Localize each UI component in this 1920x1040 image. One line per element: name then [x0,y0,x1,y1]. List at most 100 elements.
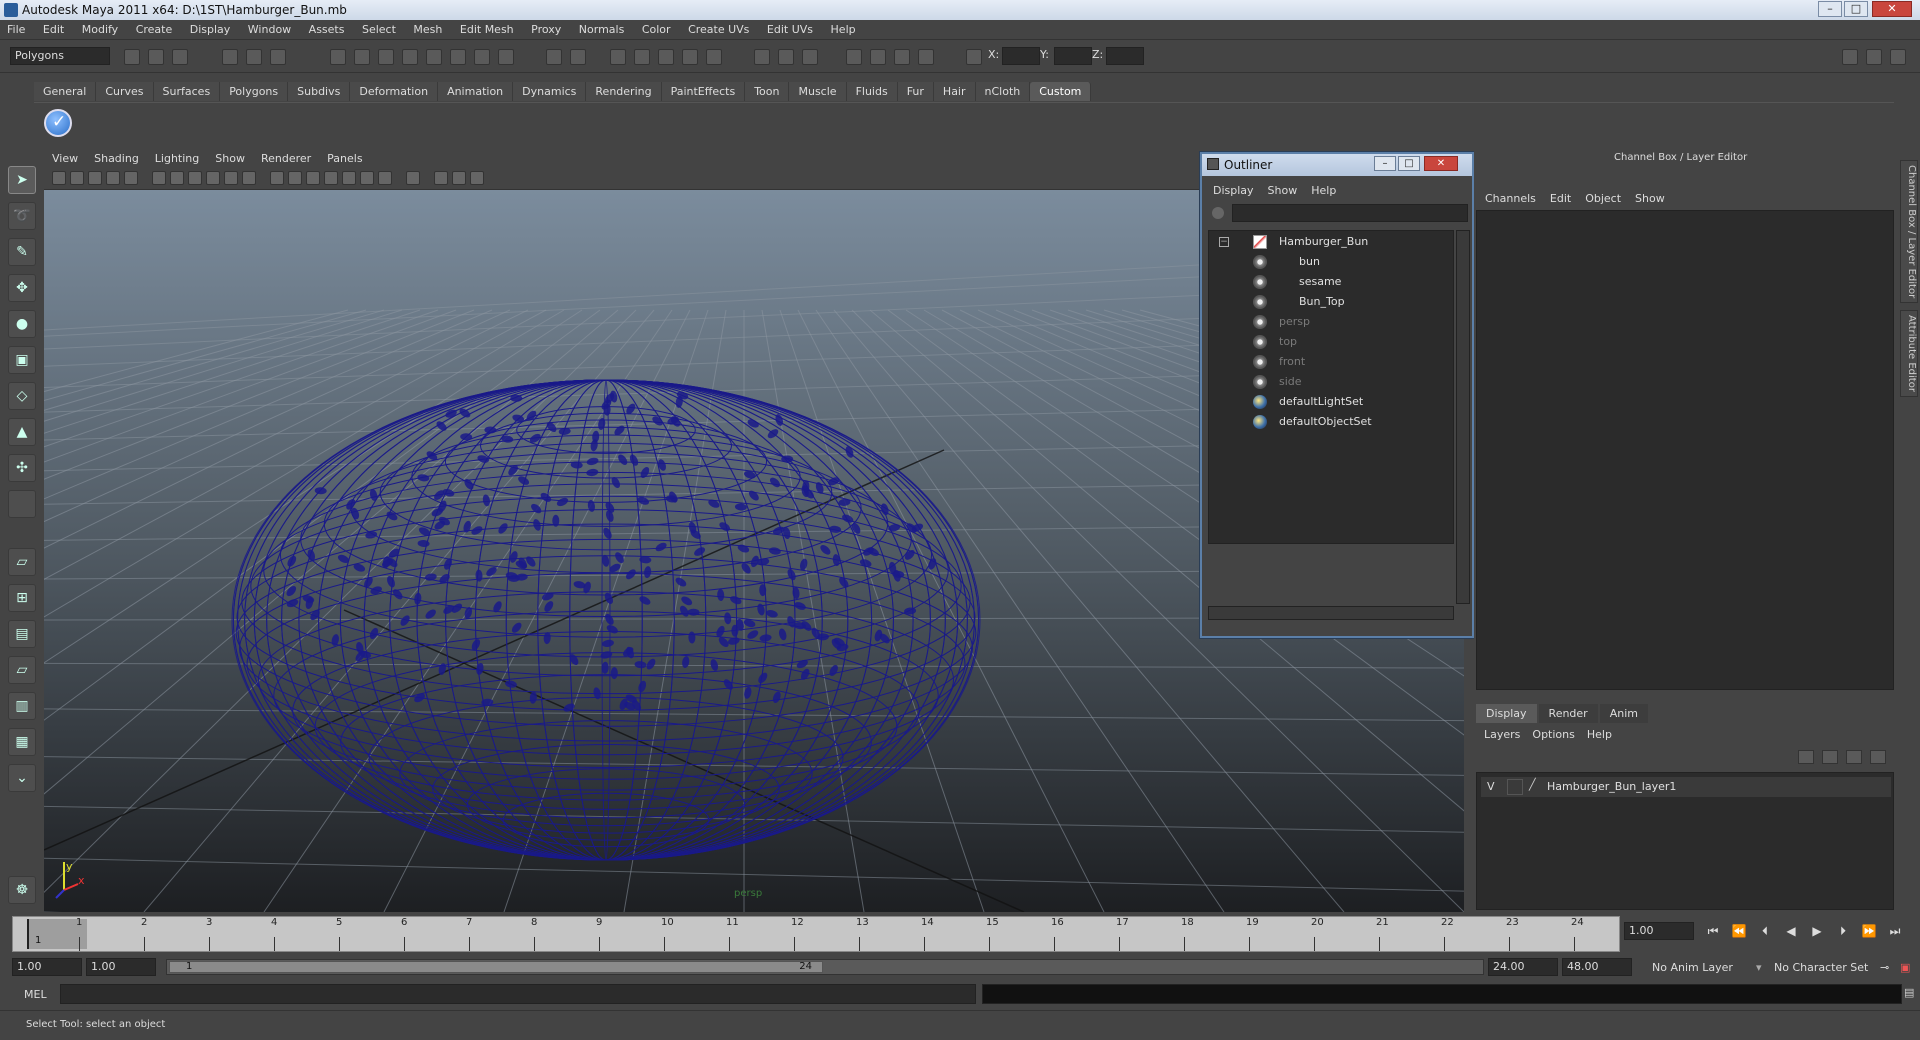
menu-modify[interactable]: Modify [75,20,125,39]
anim-prefs-icon[interactable]: ▣ [1900,961,1910,974]
shelf-tab-surfaces[interactable]: Surfaces [153,82,221,101]
layer-menu-options[interactable]: Options [1526,728,1580,741]
outliner-close-button[interactable]: ✕ [1424,156,1458,171]
menu-normals[interactable]: Normals [572,20,632,39]
smooth-shade-icon[interactable] [288,171,302,185]
menu-help[interactable]: Help [824,20,863,39]
toggle-channel-box-icon[interactable] [1842,49,1858,65]
outliner-item-bun-top[interactable]: Bun_Top [1209,293,1455,311]
isolate-select-icon[interactable] [406,171,420,185]
anim-layer-selector[interactable]: No Anim Layer [1652,961,1733,974]
shelf-tab-animation[interactable]: Animation [438,82,514,101]
current-time-field[interactable]: 1.00 [1624,922,1694,940]
shelf-tab-fluids[interactable]: Fluids [846,82,898,101]
xray-icon[interactable] [434,171,448,185]
menu-select[interactable]: Select [355,20,403,39]
all-lights-icon[interactable] [360,171,374,185]
select-object-icon[interactable] [246,49,262,65]
toggle-tool-settings-icon[interactable] [1866,49,1882,65]
key-icon[interactable]: ⊸ [1880,961,1889,974]
shelf-tab-deformation[interactable]: Deformation [350,82,439,101]
shelf-tab-polygons[interactable]: Polygons [220,82,289,101]
textured-icon[interactable] [324,171,338,185]
layer-menu-help[interactable]: Help [1581,728,1618,741]
settings-icon[interactable] [918,49,934,65]
menu-proxy[interactable]: Proxy [524,20,568,39]
menu-color[interactable]: Color [635,20,678,39]
minimize-button[interactable]: – [1818,1,1842,17]
snap-grid-icon[interactable] [330,49,346,65]
step-forward-key-icon[interactable]: ⏵ [1834,924,1852,940]
transform-field-icon[interactable] [966,49,982,65]
layer-tab-anim[interactable]: Anim [1599,704,1648,723]
safe-action-icon[interactable] [242,171,256,185]
side-tab-channel-box[interactable]: Channel Box / Layer Editor [1900,160,1918,304]
cb-menu-object[interactable]: Object [1578,192,1628,205]
outliner-item-default-object-set[interactable]: defaultObjectSet [1209,413,1455,431]
image-plane-icon[interactable] [106,171,120,185]
toggle-attribute-editor-icon[interactable] [1890,49,1906,65]
cb-menu-show[interactable]: Show [1628,192,1672,205]
shelf-tab-hair[interactable]: Hair [933,82,976,101]
camera-icon[interactable] [846,49,862,65]
go-to-end-icon[interactable]: ⏭ [1886,924,1904,940]
manipulator-tool-icon[interactable]: ◇ [8,382,36,410]
shelf-tab-muscle[interactable]: Muscle [789,82,847,101]
wireframe-icon[interactable] [270,171,284,185]
layout-outliner-icon[interactable]: ▤ [8,620,36,648]
command-input[interactable] [60,984,976,1004]
outliner-item-bun[interactable]: bun [1209,253,1455,271]
channel-icon[interactable] [802,49,818,65]
vp-menu-shading[interactable]: Shading [86,150,147,167]
shelf-tab-custom[interactable]: Custom [1030,82,1092,101]
time-slider[interactable]: 1 1 2 3 4 5 6 7 8 9 10 11 12 13 14 15 16 17 18 19 20 21 22 23 2… [12,916,1620,952]
outliner-item-persp[interactable]: persp [1209,313,1455,331]
select-hierarchy-icon[interactable] [222,49,238,65]
soft-mod-tool-icon[interactable]: ▲ [8,418,36,446]
history-icon[interactable] [450,49,466,65]
layer-tab-display[interactable]: Display [1476,704,1537,723]
new-scene-icon[interactable] [124,49,140,65]
paint-select-tool-icon[interactable]: ✎ [8,238,36,266]
shelf-tab-toon[interactable]: Toon [745,82,790,101]
snap-curve-icon[interactable] [354,49,370,65]
layout-persp-graph-icon[interactable]: ▱ [8,656,36,684]
graph-editor-icon[interactable] [778,49,794,65]
step-forward-frame-icon[interactable]: ⏩ [1860,924,1878,940]
menu-create[interactable]: Create [129,20,180,39]
gate-mask-icon[interactable] [206,171,220,185]
outliner-item-sesame[interactable]: sesame [1209,273,1455,291]
outliner-maximize-button[interactable]: □ [1398,156,1420,171]
vp-menu-view[interactable]: View [44,150,86,167]
move-tool-icon[interactable]: ✥ [8,274,36,302]
open-scene-icon[interactable] [148,49,164,65]
menu-assets[interactable]: Assets [302,20,352,39]
outliner-item-side[interactable]: side [1209,373,1455,391]
menu-edit[interactable]: Edit [36,20,71,39]
shadows-icon[interactable] [378,171,392,185]
layer-tab-render[interactable]: Render [1538,704,1598,723]
go-to-start-icon[interactable]: ⏮ [1704,924,1722,940]
new-layer-icon[interactable] [1846,750,1862,764]
camera-attributes-icon[interactable] [70,171,84,185]
magnet-icon[interactable] [546,49,562,65]
menu-window[interactable]: Window [241,20,298,39]
shelf-tab-subdivs[interactable]: Subdivs [288,82,351,101]
snap-point-icon[interactable] [378,49,394,65]
playback-start-field[interactable]: 1.00 [86,958,156,976]
collapse-toggle-icon[interactable]: − [1219,237,1229,247]
outliner-menu-show[interactable]: Show [1261,184,1305,197]
shelf-tab-ncloth[interactable]: nCloth [975,82,1031,101]
step-back-frame-icon[interactable]: ⏪ [1730,924,1748,940]
last-tool-icon[interactable] [8,490,36,518]
rotate-tool-icon[interactable]: ● [8,310,36,338]
maximize-button[interactable]: □ [1844,1,1868,17]
playback-end-field[interactable]: 24.00 [1488,958,1558,976]
shelf-tab-curves[interactable]: Curves [96,82,154,101]
menu-file[interactable]: File [0,20,32,39]
menu-display[interactable]: Display [183,20,238,39]
menu-edit-mesh[interactable]: Edit Mesh [453,20,521,39]
help-icon[interactable] [498,49,514,65]
character-set-selector[interactable]: No Character Set [1774,961,1868,974]
outliner-item-front[interactable]: front [1209,353,1455,371]
